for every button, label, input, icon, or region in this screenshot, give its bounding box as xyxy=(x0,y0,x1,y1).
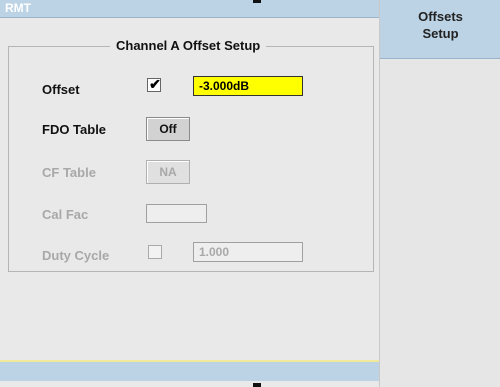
title-bar: RMT xyxy=(0,0,379,18)
divider-notch-top xyxy=(253,0,261,3)
fdo-table-label: FDO Table xyxy=(42,122,107,137)
duty-cycle-label: Duty Cycle xyxy=(42,248,110,263)
cal-fac-label: Cal Fac xyxy=(42,207,89,222)
offset-checkbox[interactable]: ✔ xyxy=(147,76,161,92)
status-bar xyxy=(0,360,379,381)
main-panel: RMT Channel A Offset Setup Offset ✔ -3.0… xyxy=(0,0,379,387)
mode-indicator: RMT xyxy=(5,1,31,15)
cf-table-label: CF Table xyxy=(42,165,96,180)
softkey-line-1: Offsets xyxy=(418,9,463,24)
softkey-line-2: Setup xyxy=(422,26,459,41)
duty-cycle-field: 1.000 xyxy=(193,242,303,262)
softkey-offsets-setup[interactable]: Offsets Setup xyxy=(380,0,500,59)
group-title: Channel A Offset Setup xyxy=(110,38,267,53)
divider-notch-bottom xyxy=(253,383,261,387)
offset-label: Offset xyxy=(42,82,80,97)
fdo-table-button[interactable]: Off xyxy=(146,117,190,141)
cf-table-button: NA xyxy=(146,160,190,184)
offset-setup-group xyxy=(8,46,374,272)
check-icon: ✔ xyxy=(149,76,161,92)
offset-value-field[interactable]: -3.000dB xyxy=(193,76,303,96)
duty-cycle-checkbox xyxy=(148,245,162,259)
softkey-column: Offsets Setup xyxy=(379,0,500,387)
cal-fac-field xyxy=(146,204,207,223)
